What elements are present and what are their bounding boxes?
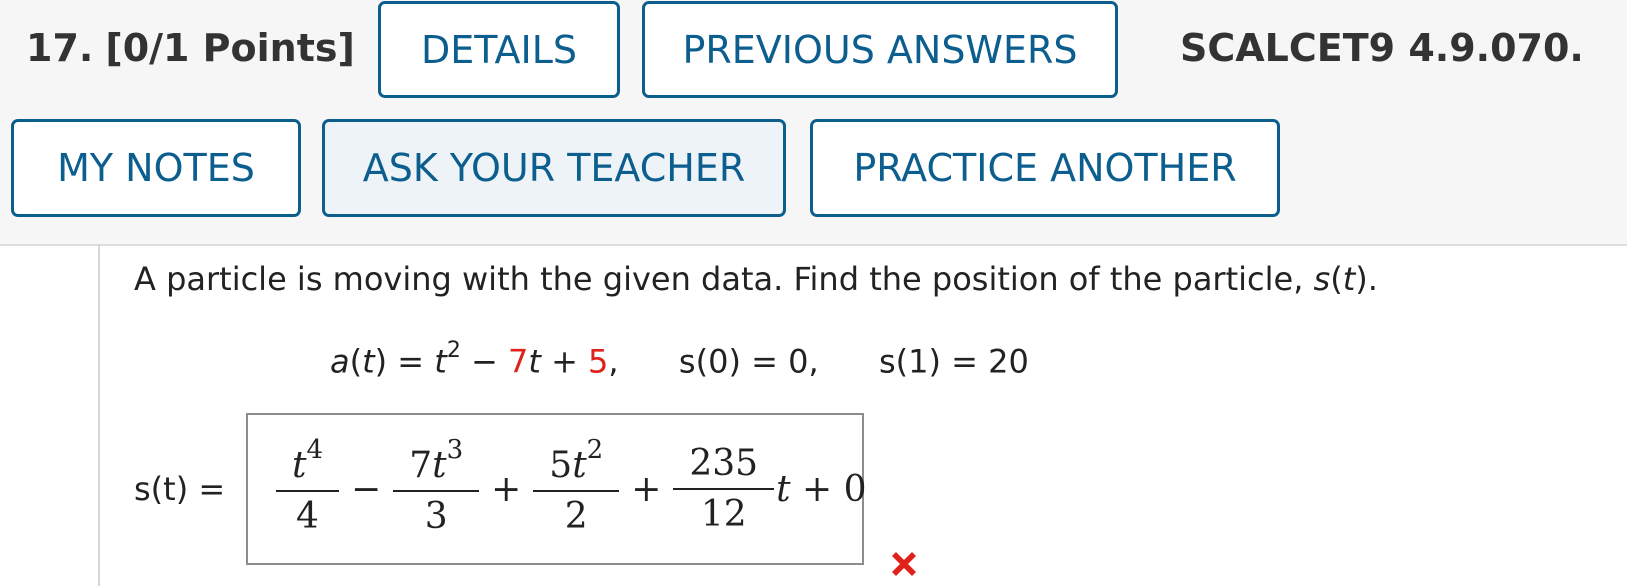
fraction-term-3: 5t2 2 <box>533 435 620 537</box>
answer-input[interactable]: t4 4 − 7t3 3 + 5t2 2 + 235 12 t + 0 <box>246 413 867 565</box>
coefficient-highlight: 7 <box>507 342 529 381</box>
given-data: a(t) = t2 − 7t + 5, s(0) = 0, s(1) = 20 <box>330 338 1029 381</box>
content-divider <box>98 244 100 586</box>
problem-reference: SCALCET9 4.9.070. <box>1180 26 1584 70</box>
previous-answers-button[interactable]: PREVIOUS ANSWERS <box>642 1 1118 98</box>
answer-label: s(t) = <box>134 470 226 508</box>
fraction-term-2: 7t3 3 <box>393 435 480 537</box>
incorrect-x-icon <box>892 552 916 576</box>
initial-condition-s0: s(0) = 0, <box>678 342 819 381</box>
ask-your-teacher-button[interactable]: ASK YOUR TEACHER <box>322 119 786 217</box>
points-label: [0/1 Points] <box>105 26 355 70</box>
question-header: 17. [0/1 Points] DETAILS PREVIOUS ANSWERS… <box>0 0 1627 246</box>
question-number: 17. <box>26 26 94 70</box>
fraction-term-4: 235 12 <box>673 443 775 535</box>
initial-condition-s1: s(1) = 20 <box>878 342 1029 381</box>
constant-highlight: 5 <box>588 342 609 381</box>
fraction-term-1: t4 4 <box>276 435 340 537</box>
practice-another-button[interactable]: PRACTICE ANOTHER <box>810 119 1280 217</box>
question-title: 17. [0/1 Points] <box>26 26 355 70</box>
details-button[interactable]: DETAILS <box>378 1 620 98</box>
answer-tail: t + 0 <box>776 468 867 510</box>
my-notes-button[interactable]: MY NOTES <box>11 119 301 217</box>
problem-prompt: A particle is moving with the given data… <box>134 260 1378 298</box>
